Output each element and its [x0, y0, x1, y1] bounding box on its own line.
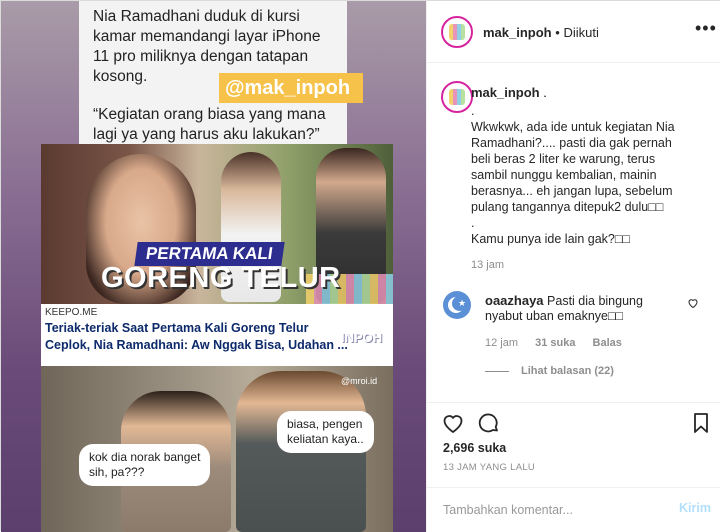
caption-line: . — [471, 216, 475, 230]
article-title: Teriak-teriak Saat Pertama Kali Goreng T… — [45, 320, 389, 354]
profile-logo-icon — [449, 24, 465, 40]
add-comment-bar: Kirim — [427, 487, 720, 532]
meme-image: @mroi.id kok dia norak banget sih, pa???… — [41, 366, 393, 532]
comment-meta: 12 jam 31 suka Balas — [485, 337, 636, 349]
caption-line: beli beras 2 liter ke warung, terus — [471, 152, 656, 166]
reply-button[interactable]: Balas — [593, 337, 622, 349]
comment-text: Pasti dia bingung — [547, 294, 643, 308]
meme-source-label: @mroi.id — [341, 376, 378, 386]
caption-username-link[interactable]: mak_inpoh — [471, 85, 540, 100]
caption-line: berasnya... eh jangan lupa, sebelum — [471, 184, 673, 198]
post-image[interactable]: Nia Ramadhani duduk di kursi kamar meman… — [1, 1, 426, 532]
caption-line: . — [471, 104, 475, 118]
caption-line: sambil nunggu kembalian, mainin — [471, 168, 657, 182]
comment-likes[interactable]: 31 suka — [535, 337, 575, 349]
caption-line: Wkwkwk, ada ide untuk kegiatan Nia — [471, 120, 675, 134]
comment-bubble-icon[interactable] — [477, 411, 501, 435]
post-comment-button[interactable]: Kirim — [679, 501, 711, 515]
bubble-line: kok dia norak banget — [89, 450, 201, 464]
post-header: mak_inpoh • Diikuti ••• — [427, 1, 720, 63]
like-heart-icon[interactable] — [441, 411, 465, 435]
star-icon: ★ — [458, 298, 467, 308]
bookmark-icon[interactable] — [689, 411, 713, 435]
separator-dot: • — [555, 25, 560, 40]
article-title-line: Ceplok, Nia Ramadhani: Aw Nggak Bisa, Ud… — [45, 338, 348, 352]
bubble-line: sih, pa??? — [89, 465, 145, 479]
image-quote-line: “Kegiatan orang biasa yang mana — [93, 106, 326, 123]
article-photo: PERTAMA KALI GORENG TELUR — [41, 144, 393, 304]
profile-logo-icon — [449, 89, 465, 105]
speech-bubble-left: kok dia norak banget sih, pa??? — [79, 444, 211, 486]
brand-mark: INPOH — [341, 330, 383, 345]
caption-line: Ramadhani?.... pasti dia gak pernah — [471, 136, 672, 150]
caption-timestamp[interactable]: 13 jam — [471, 259, 504, 271]
image-quote-line: lagi ya yang harus aku lakukan?” — [93, 126, 320, 143]
comment-timestamp[interactable]: 12 jam — [485, 337, 518, 349]
comment-username-link[interactable]: oaazhaya — [485, 293, 544, 308]
header-user-row: mak_inpoh • Diikuti — [483, 25, 599, 40]
comment-text: nyabut uban emaknye□□ — [485, 309, 624, 323]
caption-suffix: . — [543, 85, 547, 100]
post-actions: 2,696 suka 13 JAM YANG LALU — [427, 403, 720, 473]
view-replies-button[interactable]: Lihat balasan (22) — [485, 365, 614, 377]
comments-section: mak_inpoh . . Wkwkwk, ada ide untuk kegi… — [427, 63, 720, 403]
replies-line — [485, 370, 509, 372]
post-timestamp[interactable]: 13 JAM YANG LALU — [443, 462, 535, 473]
header-username-link[interactable]: mak_inpoh — [483, 25, 552, 40]
caption-user-row: mak_inpoh . — [471, 85, 547, 100]
follow-status-button[interactable]: Diikuti — [563, 25, 598, 40]
comment-like-heart-icon[interactable] — [687, 297, 699, 312]
post-side-panel: mak_inpoh • Diikuti ••• mak_inpoh . . Wk… — [426, 1, 720, 532]
caption-line: pulang tangannya ditepuk2 dulu□□ — [471, 200, 664, 214]
article-card: PERTAMA KALI GORENG TELUR KEEPO.ME Teria… — [41, 144, 393, 366]
article-title-line: Teriak-teriak Saat Pertama Kali Goreng T… — [45, 321, 309, 335]
comment-row: oaazhaya Pasti dia bingung — [485, 293, 643, 308]
view-replies-label: Lihat balasan (22) — [521, 365, 614, 377]
bubble-line: biasa, pengen — [287, 417, 363, 431]
speech-bubble-right: biasa, pengen keliatan kaya.. — [277, 411, 374, 453]
bubble-line: keliatan kaya.. — [287, 432, 364, 446]
comment-input[interactable] — [443, 500, 663, 520]
caption-line: Kamu punya ide lain gak?□□ — [471, 232, 630, 246]
article-headline: GORENG TELUR — [101, 262, 341, 294]
instagram-post-modal: Nia Ramadhani duduk di kursi kamar meman… — [0, 0, 720, 532]
likes-count[interactable]: 2,696 suka — [443, 441, 506, 455]
avatar[interactable] — [441, 16, 473, 48]
more-options-icon[interactable]: ••• — [695, 19, 716, 41]
watermark-label: @mak_inpoh — [219, 73, 363, 103]
image-caption-line: 11 pro miliknya dengan tatapan — [93, 48, 309, 65]
avatar[interactable] — [441, 81, 473, 113]
image-caption-line: Nia Ramadhani duduk di kursi — [93, 8, 300, 25]
avatar[interactable]: ★ — [443, 291, 471, 319]
image-caption-line: kosong. — [93, 68, 148, 85]
caption-text: . Wkwkwk, ada ide untuk kegiatan Nia Ram… — [471, 103, 696, 247]
image-caption-line: kamar memandangi layar iPhone — [93, 28, 321, 45]
article-site: KEEPO.ME — [45, 307, 98, 318]
